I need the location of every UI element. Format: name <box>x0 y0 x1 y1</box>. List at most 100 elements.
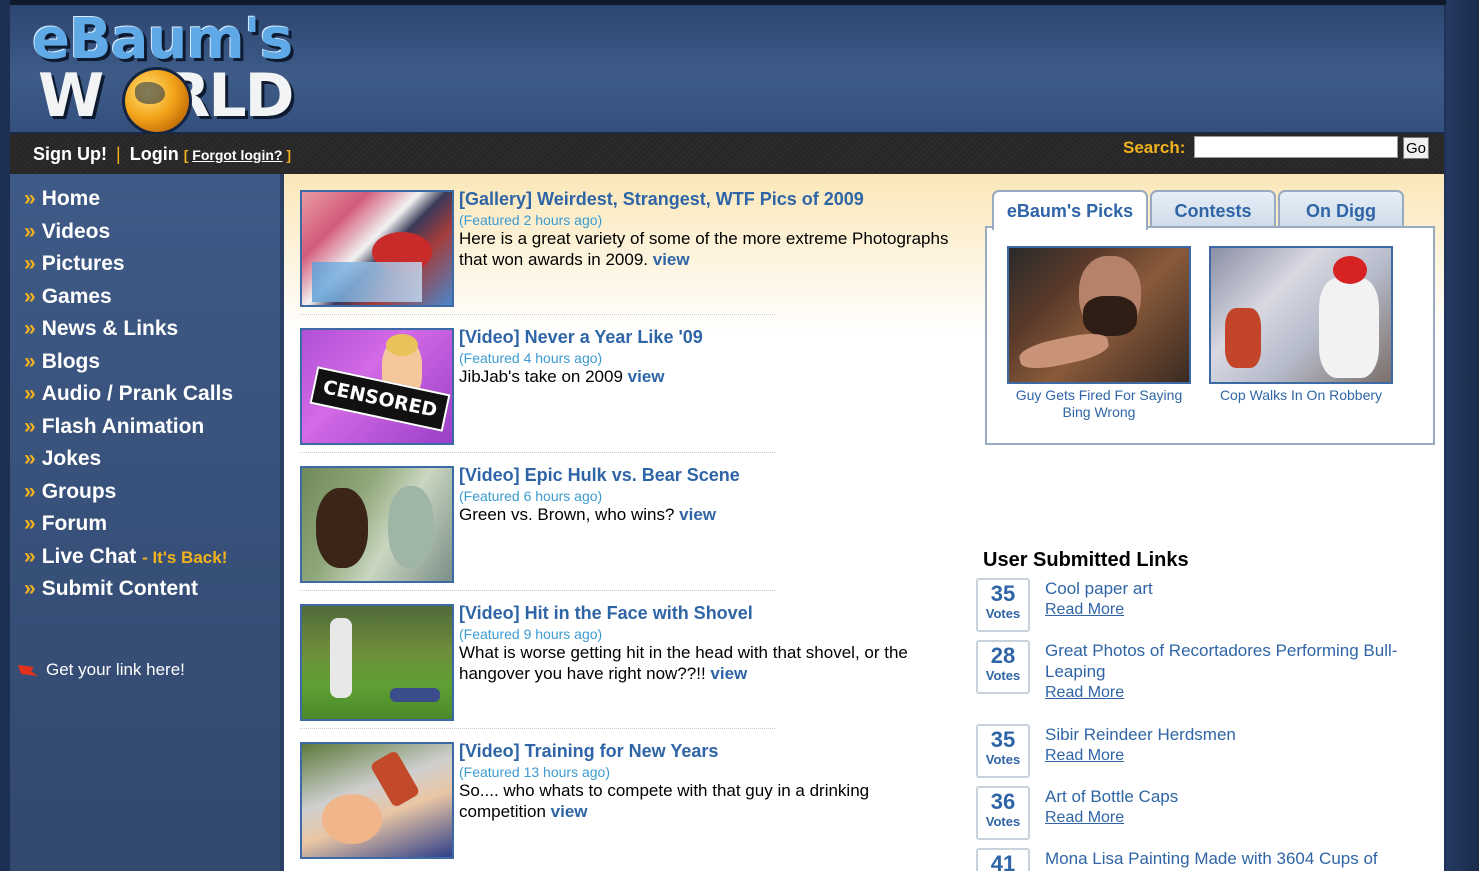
get-link-promo[interactable]: Get your link here! <box>18 660 185 680</box>
votes-label: Votes <box>985 668 1021 683</box>
nav-item-pictures[interactable]: » Pictures <box>24 252 233 285</box>
logo-letter-w: W <box>38 61 104 131</box>
site-logo[interactable]: eBaum's W RLD <box>30 7 330 135</box>
nav-label: News & Links <box>41 317 179 340</box>
description-text: Here is a great variety of some of the m… <box>459 229 949 269</box>
read-more-link[interactable]: Read More <box>1045 807 1425 828</box>
nav-item-videos[interactable]: » Videos <box>24 220 233 253</box>
vote-box[interactable]: 35 Votes <box>976 578 1030 632</box>
raquo-icon: » <box>24 349 36 373</box>
sidebar: » Home » Videos » Pictures » Games » News & L… <box>10 174 280 871</box>
right-gutter <box>1446 0 1479 871</box>
user-link-title[interactable]: Art of Bottle Caps <box>1045 786 1425 807</box>
forgot-login-link[interactable]: Forgot login? <box>192 147 282 163</box>
featured-title[interactable]: [Video] Hit in the Face with Shovel <box>459 603 753 624</box>
featured-thumbnail[interactable] <box>300 604 454 721</box>
raquo-icon: » <box>24 512 36 535</box>
votes-label: Votes <box>985 606 1021 621</box>
tab-contests[interactable]: Contests <box>1150 190 1276 228</box>
globe-icon <box>122 67 192 135</box>
user-links-heading: User Submitted Links <box>983 549 1189 571</box>
nav-item-games[interactable]: » Games <box>24 285 233 318</box>
red-flag-icon <box>18 664 38 676</box>
raquo-icon: » <box>24 447 36 470</box>
featured-time: (Featured 2 hours ago) <box>459 212 603 228</box>
nav-item-flash-animation[interactable]: » Flash Animation <box>24 415 233 448</box>
featured-item: CENSORED [Video] Never a Year Like '09 (… <box>300 312 950 453</box>
raquo-icon: » <box>24 252 36 275</box>
bracket-close: ] <box>286 147 292 163</box>
search-input[interactable] <box>1194 136 1398 158</box>
pick-thumbnail[interactable] <box>1209 246 1393 384</box>
featured-title[interactable]: [Video] Never a Year Like '09 <box>459 327 703 348</box>
featured-thumbnail[interactable] <box>300 466 454 583</box>
vote-count: 35 <box>990 727 1016 752</box>
user-link-title-block: Art of Bottle Caps Read More <box>1045 786 1425 828</box>
nav-item-audio-prank-calls[interactable]: » Audio / Prank Calls <box>24 382 233 415</box>
separator: | <box>116 144 121 164</box>
nav-item-live-chat[interactable]: » Live Chat - It's Back! <box>24 545 233 578</box>
description-text: So.... who whats to compete with that gu… <box>459 781 870 821</box>
featured-description: Green vs. Brown, who wins? view <box>459 504 949 525</box>
nav-item-groups[interactable]: » Groups <box>24 480 233 513</box>
user-link-title-block: Cool paper art Read More <box>1045 578 1425 620</box>
read-more-link[interactable]: Read More <box>1045 599 1425 620</box>
nav-item-blogs[interactable]: » Blogs <box>24 350 233 383</box>
pick-item[interactable]: Guy Gets Fired For Saying Bing Wrong <box>1007 246 1191 421</box>
vote-box[interactable]: 28 Votes <box>976 640 1030 694</box>
user-link-item: 41 Votes Mona Lisa Painting Made with 36… <box>976 848 1436 871</box>
raquo-icon: » <box>24 284 36 308</box>
nav-item-news-links[interactable]: » News & Links <box>24 317 233 350</box>
view-link[interactable]: view <box>551 802 588 821</box>
signup-link[interactable]: Sign Up! <box>33 144 107 164</box>
search-go-button[interactable]: Go <box>1403 137 1429 159</box>
nav-item-forum[interactable]: » Forum <box>24 512 233 545</box>
view-link[interactable]: view <box>653 250 690 269</box>
nav-label: Flash Animation <box>41 414 205 438</box>
pick-thumbnail[interactable] <box>1007 246 1191 384</box>
pick-item[interactable]: Cop Walks In On Robbery <box>1209 246 1393 404</box>
view-link[interactable]: view <box>710 664 747 683</box>
live-chat-back-badge: - It's Back! <box>142 547 228 567</box>
nav-item-home[interactable]: » Home <box>24 187 233 220</box>
votes-label: Votes <box>985 814 1021 829</box>
featured-thumbnail[interactable] <box>300 742 454 859</box>
read-more-link[interactable]: Read More <box>1045 745 1425 766</box>
nav-label: Audio / Prank Calls <box>41 382 234 405</box>
vote-box[interactable]: 35 Votes <box>976 724 1030 778</box>
featured-title[interactable]: [Video] Training for New Years <box>459 741 718 762</box>
pick-caption[interactable]: Guy Gets Fired For Saying Bing Wrong <box>1007 387 1191 421</box>
raquo-icon: » <box>24 317 36 340</box>
site-header: eBaum's W RLD <box>10 5 1444 135</box>
left-gutter <box>0 0 10 871</box>
featured-thumbnail[interactable]: CENSORED <box>300 328 454 445</box>
user-link-title[interactable]: Cool paper art <box>1045 578 1425 599</box>
view-link[interactable]: view <box>679 505 716 524</box>
raquo-icon: » <box>24 479 36 503</box>
nav-label: Home <box>41 187 101 210</box>
nav-label: Groups <box>41 479 117 503</box>
nav-label: Pictures <box>41 252 125 275</box>
login-link[interactable]: Login <box>130 144 179 164</box>
user-link-title[interactable]: Sibir Reindeer Herdsmen <box>1045 724 1425 745</box>
vote-count: 41 <box>990 851 1016 871</box>
picks-tabs: eBaum's Picks Contests On Digg Guy Gets … <box>985 190 1437 460</box>
tab-ebaums-picks[interactable]: eBaum's Picks <box>992 190 1148 230</box>
featured-description: So.... who whats to compete with that gu… <box>459 780 949 822</box>
login-bar: Sign Up! | Login [ Forgot login? ] Searc… <box>10 134 1444 174</box>
view-link[interactable]: view <box>628 367 665 386</box>
nav-item-submit-content[interactable]: » Submit Content <box>24 577 233 610</box>
vote-box[interactable]: 36 Votes <box>976 786 1030 840</box>
user-link-title[interactable]: Mona Lisa Painting Made with 3604 Cups o… <box>1045 848 1425 869</box>
tab-on-digg[interactable]: On Digg <box>1278 190 1404 228</box>
nav-label: Live Chat <box>41 544 137 568</box>
user-link-title[interactable]: Great Photos of Recortadores Performing … <box>1045 640 1425 682</box>
nav-item-jokes[interactable]: » Jokes <box>24 447 233 480</box>
read-more-link[interactable]: Read More <box>1045 682 1425 703</box>
vote-box[interactable]: 41 Votes <box>976 848 1030 871</box>
featured-thumbnail[interactable] <box>300 190 454 307</box>
featured-title[interactable]: [Video] Epic Hulk vs. Bear Scene <box>459 465 740 486</box>
featured-title[interactable]: [Gallery] Weirdest, Strangest, WTF Pics … <box>459 189 864 210</box>
pick-caption[interactable]: Cop Walks In On Robbery <box>1209 387 1393 404</box>
featured-item: [Video] Hit in the Face with Shovel (Fea… <box>300 588 950 729</box>
